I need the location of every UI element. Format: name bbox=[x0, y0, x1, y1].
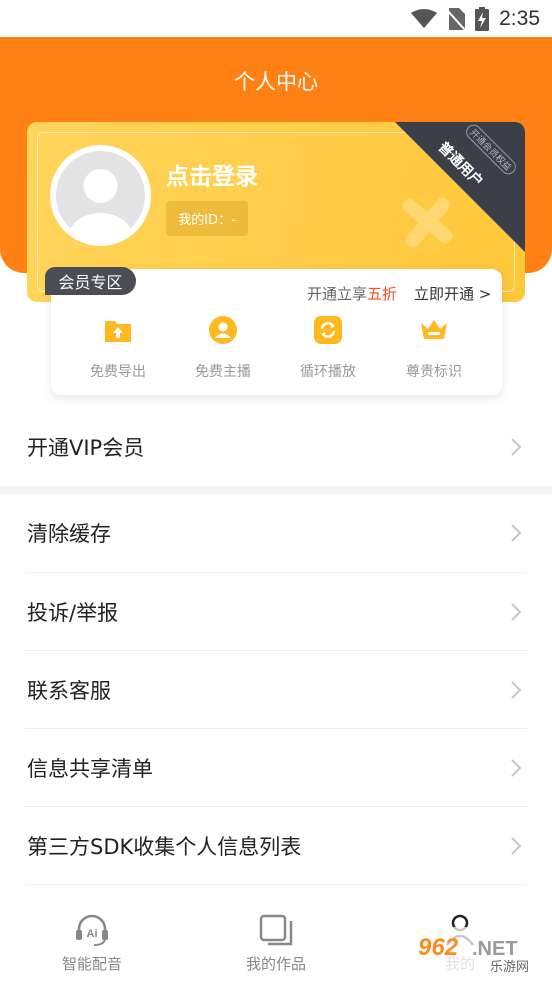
menu-item-customer-service[interactable]: 联系客服 bbox=[0, 651, 552, 729]
crown-icon bbox=[421, 320, 447, 339]
ai-headset-icon: Ai bbox=[76, 914, 108, 946]
login-link[interactable]: 点击登录 bbox=[166, 157, 258, 191]
chevron-right-icon bbox=[511, 837, 522, 855]
menu-item-label: 清除缓存 bbox=[27, 522, 111, 546]
chevron-right-icon bbox=[511, 681, 522, 699]
feature-free-anchor[interactable]: 免费主播 bbox=[168, 315, 278, 381]
section-divider bbox=[0, 486, 552, 494]
tab-label: 智能配音 bbox=[61, 955, 122, 973]
feature-label: 尊贵标识 bbox=[406, 364, 462, 380]
page-title: 个人中心 bbox=[234, 70, 318, 94]
tab-label: 我的作品 bbox=[245, 955, 306, 973]
anchor-icon bbox=[209, 316, 237, 344]
divider bbox=[25, 884, 527, 885]
menu-item-label: 联系客服 bbox=[27, 679, 111, 703]
no-sim-icon bbox=[447, 7, 466, 30]
status-bar: 2:35 bbox=[0, 0, 552, 37]
svg-text:乐游网: 乐游网 bbox=[490, 960, 529, 975]
menu-item-label: 第三方SDK收集个人信息列表 bbox=[27, 835, 302, 859]
vip-promo-prefix: 开通立享 bbox=[307, 285, 368, 303]
wifi-icon bbox=[411, 8, 438, 28]
menu-item-open-vip[interactable]: 开通VIP会员 bbox=[0, 408, 552, 486]
menu-item-label: 信息共享清单 bbox=[27, 757, 153, 781]
feature-label: 循环播放 bbox=[300, 364, 356, 380]
vip-promo-discount: 五折 bbox=[367, 285, 398, 303]
menu-item-info-sharing[interactable]: 信息共享清单 bbox=[0, 729, 552, 807]
chevron-right-icon bbox=[511, 524, 522, 542]
chevron-right-icon bbox=[511, 759, 522, 777]
menu-item-clear-cache[interactable]: 清除缓存 bbox=[0, 494, 552, 572]
avatar[interactable] bbox=[50, 145, 151, 246]
feature-label: 免费主播 bbox=[195, 364, 251, 380]
vip-open-link[interactable]: 立即开通 > bbox=[414, 283, 491, 304]
battery-charging-icon bbox=[475, 6, 490, 31]
user-id-label: 我的ID：- bbox=[166, 201, 248, 236]
menu-item-label: 投诉/举报 bbox=[27, 601, 119, 625]
tab-smart-dubbing[interactable]: Ai 智能配音 bbox=[32, 913, 152, 974]
feature-loop-play[interactable]: 循环播放 bbox=[273, 315, 383, 381]
tab-my-works[interactable]: 我的作品 bbox=[216, 913, 336, 974]
menu-item-report[interactable]: 投诉/举报 bbox=[0, 573, 552, 651]
svg-text:Ai: Ai bbox=[87, 928, 98, 940]
chevron-right-icon bbox=[511, 438, 522, 456]
feature-free-export[interactable]: 免费导出 bbox=[63, 315, 173, 381]
avatar-placeholder-icon bbox=[56, 151, 145, 240]
menu-item-label: 开通VIP会员 bbox=[27, 436, 145, 460]
feature-vip-mark[interactable]: 尊贵标识 bbox=[379, 315, 489, 381]
export-icon bbox=[105, 321, 131, 342]
vip-promo-text: 开通立享五折 bbox=[307, 283, 397, 304]
works-icon bbox=[259, 914, 293, 946]
svg-text:.NET: .NET bbox=[472, 938, 518, 960]
vip-zone-badge: 会员专区 bbox=[45, 267, 136, 295]
status-time: 2:35 bbox=[499, 6, 540, 30]
site-watermark-logo: 962 .NET 乐游网 bbox=[412, 927, 548, 975]
menu-item-third-party-sdk[interactable]: 第三方SDK收集个人信息列表 bbox=[0, 807, 552, 885]
feature-label: 免费导出 bbox=[90, 364, 146, 380]
chevron-right-icon bbox=[511, 603, 522, 621]
decorative-cross-icon bbox=[402, 197, 453, 248]
svg-text:962: 962 bbox=[418, 934, 459, 961]
loop-icon bbox=[314, 316, 342, 344]
